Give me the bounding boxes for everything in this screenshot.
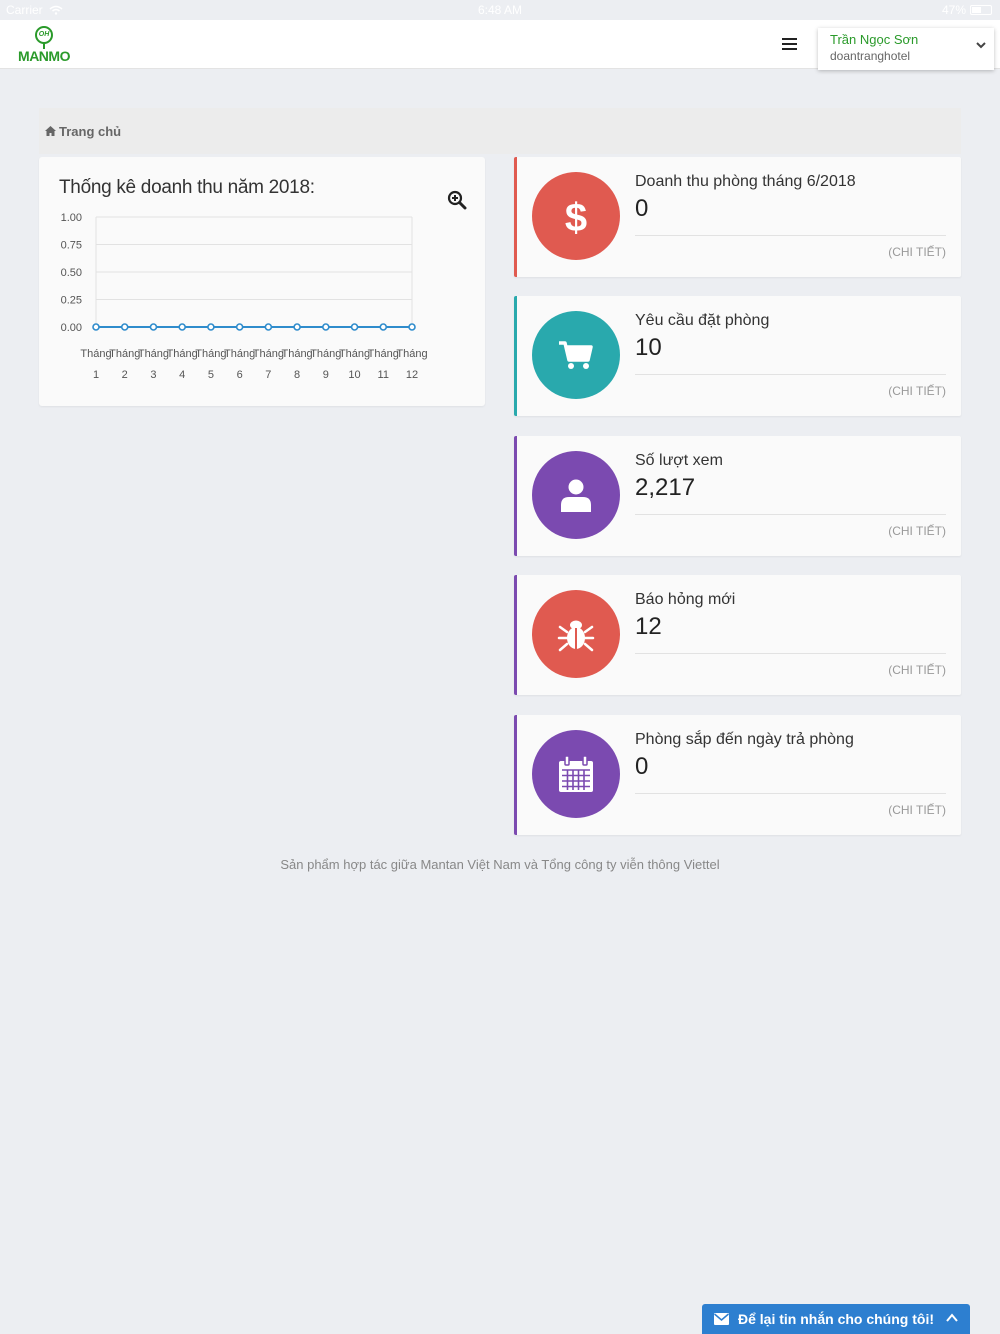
logo-text: MANMO [18,48,70,64]
data-point [408,323,416,331]
y-tick-label: 0.25 [61,295,82,307]
stat-circle [532,730,620,818]
stat-card-views: Số lượt xem 2,217 (CHI TIẾT) [514,436,961,556]
data-point [322,323,330,331]
x-tick-label: 8 [294,369,300,381]
data-point [264,323,273,331]
breadcrumb: Trang chủ [39,108,961,154]
cart-icon [559,341,593,369]
y-tick-label: 0.75 [61,240,82,252]
x-tick-label: 4 [179,369,185,381]
battery-percent: 47% [941,3,966,17]
bug-icon [557,620,595,652]
app-logo[interactable]: OH MANMO [14,26,74,64]
footer-text: Sản phẩm hợp tác giữa Mantan Việt Nam và… [280,857,720,872]
x-tick-label: Tháng [109,348,140,360]
data-point [350,323,359,331]
stat-title: Yêu cầu đặt phòng [635,312,770,329]
x-tick-label: 5 [208,369,214,381]
y-tick-label: 1.00 [61,212,82,224]
dollar-icon: $ [565,196,587,236]
x-tick-label: Tháng [281,348,312,360]
stat-circle [532,451,620,539]
menu-icon[interactable] [782,38,800,52]
detail-link[interactable]: (CHI TIẾT) [888,524,946,538]
x-tick-label: Tháng [80,348,111,360]
stat-card-checkout-rooms: Phòng sắp đến ngày trả phòng 0 (CHI TIẾT… [514,715,961,835]
x-tick-label: Tháng [368,348,399,360]
svg-text:$: $ [565,196,587,236]
envelope-icon [714,1313,729,1325]
data-point [92,323,100,331]
stat-value: 12 [635,613,662,640]
stat-value: 2,217 [635,474,696,501]
chevron-up-icon[interactable] [946,1313,958,1323]
x-tick-label: 9 [323,369,329,381]
data-point [178,323,186,331]
user-handle: doantranghotel [830,49,911,63]
status-time: 6:48 AM [477,3,523,17]
x-tick-label: Tháng [138,348,169,360]
x-tick-label: Tháng [253,348,284,360]
chart-title: Thống kê doanh thu năm 2018: [59,177,315,198]
x-tick-label: 2 [122,369,128,381]
stat-card-damage-reports: Báo hỏng mới 12 (CHI TIẾT) [514,575,961,695]
data-point [207,323,215,331]
stat-circle: $ [532,172,620,260]
user-name: Trần Ngọc Sơn [830,32,919,47]
stat-circle [532,590,620,678]
detail-link[interactable]: (CHI TIẾT) [888,663,946,677]
revenue-chart-card: 1.00 0.75 0.50 0.25 0.00 Tháng 1 Tháng 2 Tháng 3 Th… [39,157,485,406]
stat-title: Phòng sắp đến ngày trả phòng [635,731,854,748]
x-tick-label: Tháng [396,348,427,360]
chevron-down-icon [976,42,986,49]
breadcrumb-home[interactable]: Trang chủ [59,124,121,139]
x-tick-label: 7 [265,369,271,381]
x-tick-label: 1 [93,369,99,381]
user-dropdown[interactable]: Trần Ngọc Sơn doantranghotel [818,28,994,70]
data-point [379,323,388,331]
detail-link[interactable]: (CHI TIẾT) [888,803,946,817]
x-tick-label: Tháng [339,348,370,360]
x-tick-label: Tháng [310,348,341,360]
stat-title: Doanh thu phòng tháng 6/2018 [635,173,856,190]
stat-value: 0 [635,195,649,222]
status-bar: Carrier 6:48 AM 47% [0,0,1000,20]
detail-link[interactable]: (CHI TIẾT) [888,245,946,259]
x-tick-label: 3 [150,369,156,381]
battery-icon [970,5,992,15]
y-tick-label: 0.50 [61,267,82,279]
stat-value: 0 [635,753,649,780]
stat-title: Báo hỏng mới [635,591,736,608]
home-icon [45,126,56,136]
stat-title: Số lượt xem [635,452,723,469]
top-header: OH MANMO Trần Ngọc Sơn doantranghotel [0,20,1000,70]
x-tick-label: Tháng [167,348,198,360]
zoom-in-icon[interactable] [447,190,467,210]
detail-link[interactable]: (CHI TIẾT) [888,384,946,398]
stat-circle [532,311,620,399]
x-tick-label: Tháng [224,348,255,360]
chat-widget-bar[interactable]: Để lại tin nhắn cho chúng tôi! [702,1304,970,1334]
calendar-icon [559,755,593,792]
x-tick-label: Tháng [195,348,226,360]
y-tick-label: 0.00 [61,322,82,334]
chat-label: Để lại tin nhắn cho chúng tôi! [738,1311,934,1327]
stat-card-booking-requests: Yêu cầu đặt phòng 10 (CHI TIẾT) [514,296,961,416]
data-point [149,323,158,331]
x-tick-label: 11 [378,369,389,381]
stat-value: 10 [635,334,662,361]
stat-card-revenue: $ Doanh thu phòng tháng 6/2018 0 (CHI TI… [514,157,961,277]
user-icon [561,479,591,512]
logo-mark: OH [35,26,53,44]
data-point [235,323,244,331]
data-point [120,323,129,331]
x-tick-label: 6 [237,369,243,381]
data-point [293,323,301,331]
x-tick-label: 10 [348,369,360,381]
x-tick-label: 12 [406,369,418,381]
